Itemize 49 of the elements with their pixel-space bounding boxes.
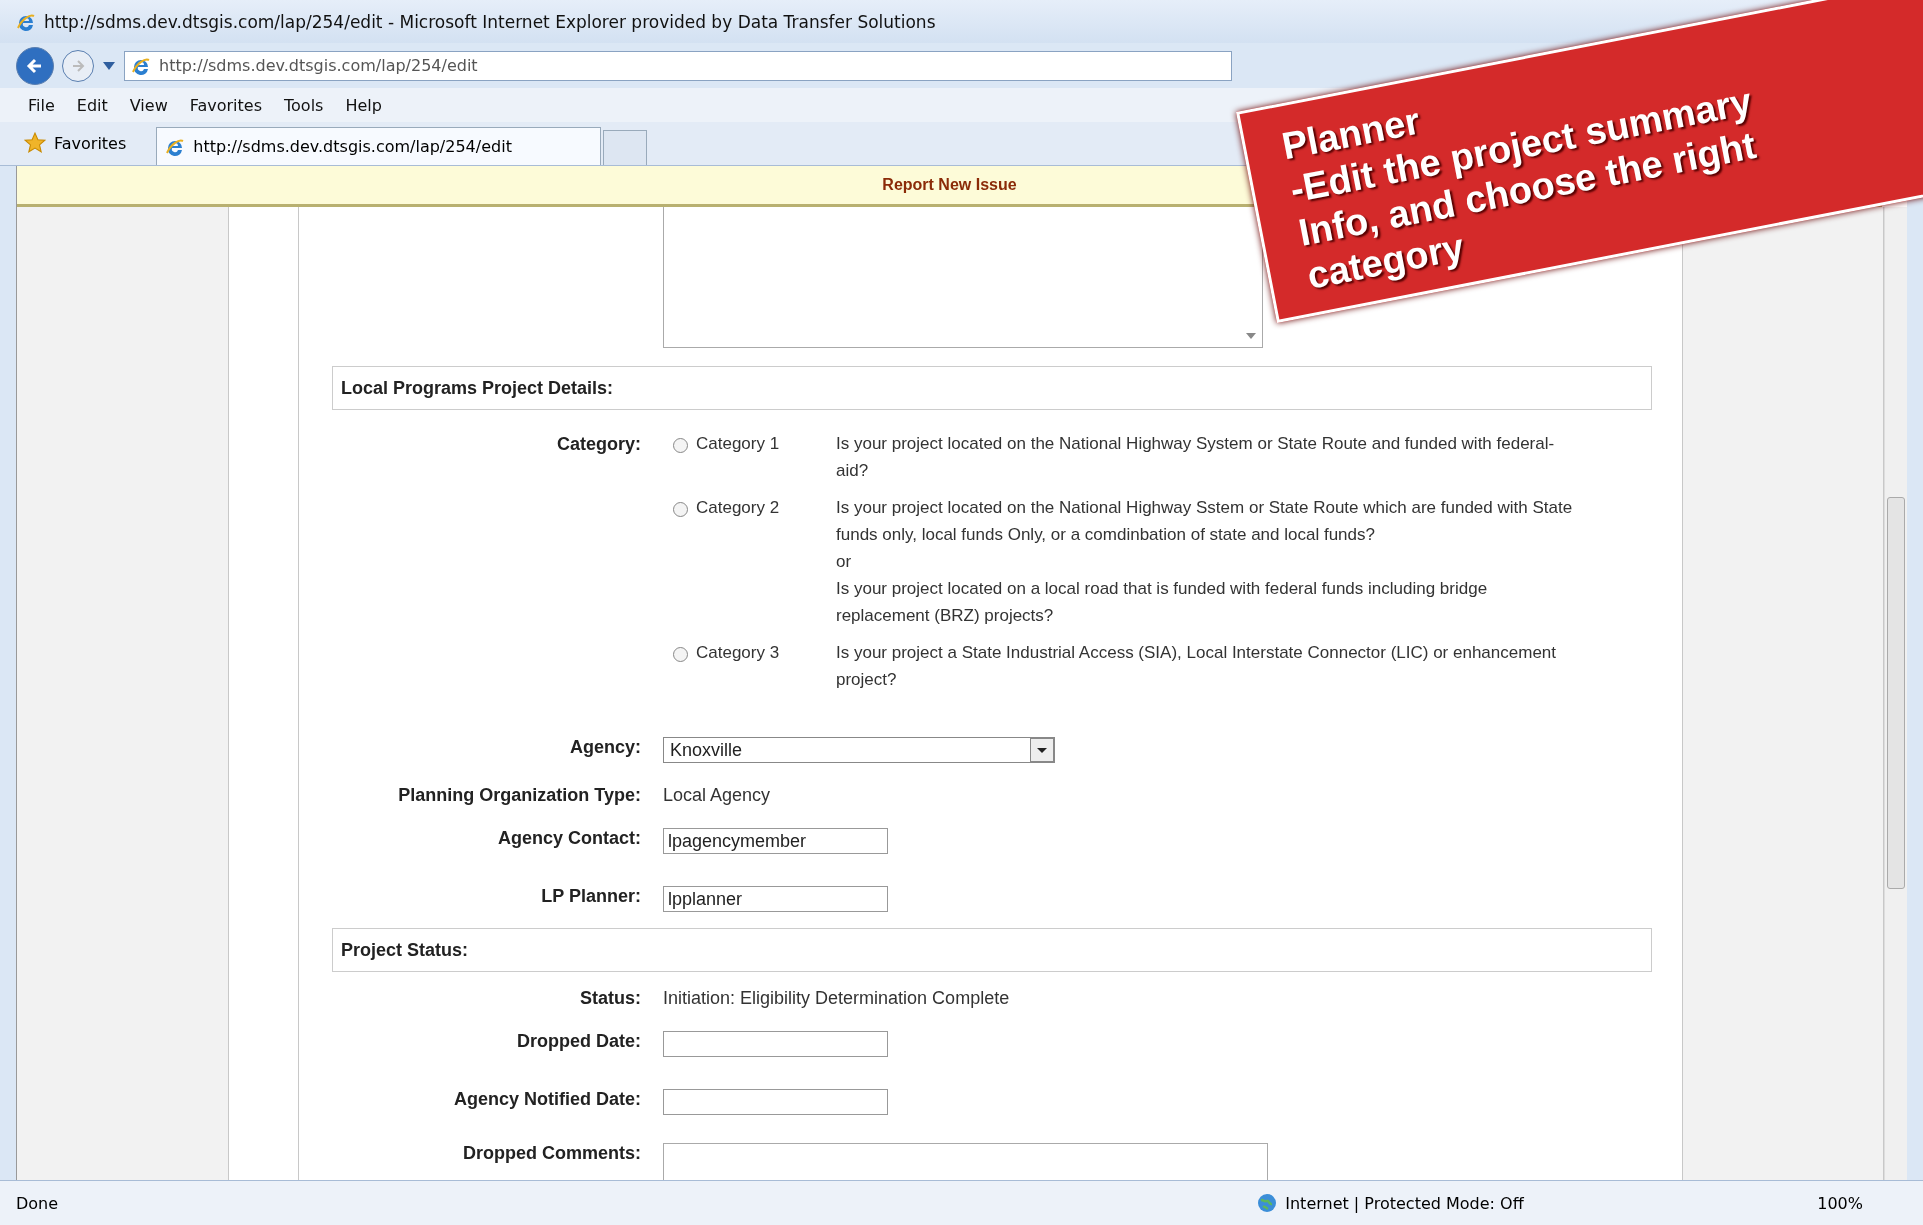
- agency-select[interactable]: Knoxville: [663, 737, 1055, 763]
- scrollbar[interactable]: [1884, 207, 1907, 1180]
- field-label: Agency:: [569, 737, 641, 759]
- field-label: Agency Notified Date:: [452, 1089, 641, 1111]
- forward-button[interactable]: [62, 49, 94, 82]
- field-label: Planning Organization Type:: [397, 785, 641, 806]
- field-label: Agency Contact:: [497, 828, 641, 850]
- radio-button[interactable]: [673, 438, 688, 453]
- field-label: Dropped Date:: [516, 1031, 641, 1053]
- radio-button[interactable]: [673, 502, 688, 517]
- menu-item[interactable]: Favorites: [189, 95, 262, 115]
- window-title: http://sdms.dev.dtsgis.com/lap/254/edit - Microsoft Internet Explorer provided by Data Transfer Solutions: [44, 11, 936, 32]
- radio-button[interactable]: [673, 647, 688, 662]
- field-value: Local Agency: [663, 785, 771, 806]
- section-header: Local Programs Project Details:: [332, 366, 1652, 410]
- menu-item[interactable]: Help: [345, 95, 382, 115]
- browser-tab[interactable]: http://sdms.dev.dtsgis.com/lap/254/edit: [156, 127, 602, 165]
- forward-arrow-icon: [70, 57, 86, 74]
- zoom-level[interactable]: 100%: [1817, 1193, 1863, 1213]
- new-tab-button[interactable]: [603, 130, 648, 165]
- field-label: Dropped Comments:: [462, 1143, 641, 1165]
- globe-icon: [1257, 1193, 1278, 1213]
- scroll-down-icon[interactable]: [1246, 333, 1256, 339]
- option-description: Is your project located on the National Highway System or State Route and funded with federal-aid?: [836, 433, 1556, 482]
- dropdown-icon[interactable]: [1030, 738, 1054, 762]
- menu-item[interactable]: Tools: [284, 95, 324, 115]
- field-label: Category:: [556, 434, 641, 456]
- option-description: Is your project a State Industrial Access (SIA), Local Interstate Connector (LIC) or enhancement project?: [836, 642, 1557, 691]
- input-field[interactable]: [663, 1089, 888, 1115]
- address-field[interactable]: http://sdms.dev.dtsgis.com/lap/254/edit: [124, 50, 1232, 81]
- section-header: Project Status:: [332, 928, 1652, 972]
- menu-item[interactable]: File: [28, 95, 55, 115]
- field-label: Status:: [579, 988, 641, 1009]
- input-field[interactable]: lpplanner: [663, 886, 888, 912]
- menu-item[interactable]: Edit: [76, 95, 108, 115]
- security-zone-text: Internet | Protected Mode: Off: [1285, 1193, 1524, 1213]
- input-field[interactable]: lpagencymember: [663, 828, 888, 854]
- option-description: Is your project located on the National Highway Sstem or State Route which are funded with State funds only, local funds Only, or a comdinbation of state and local funds? or Is your project located on a local road that is funded with federal funds including bridge replacement (BRZ) projects?: [836, 497, 1574, 627]
- input-field[interactable]: [663, 1031, 888, 1057]
- status-text: Done: [16, 1193, 60, 1213]
- radio-label: Category 1: [696, 434, 781, 455]
- field-label: LP Planner:: [540, 886, 641, 908]
- back-button[interactable]: [16, 46, 54, 85]
- star-icon: [24, 132, 46, 154]
- menu-item[interactable]: View: [129, 95, 168, 115]
- field-value: Initiation: Eligibility Determination Complete: [663, 988, 1010, 1009]
- radio-label: Category 2: [696, 498, 781, 519]
- radio-label: Category 3: [696, 643, 781, 664]
- favorites-button[interactable]: Favorites: [24, 125, 127, 161]
